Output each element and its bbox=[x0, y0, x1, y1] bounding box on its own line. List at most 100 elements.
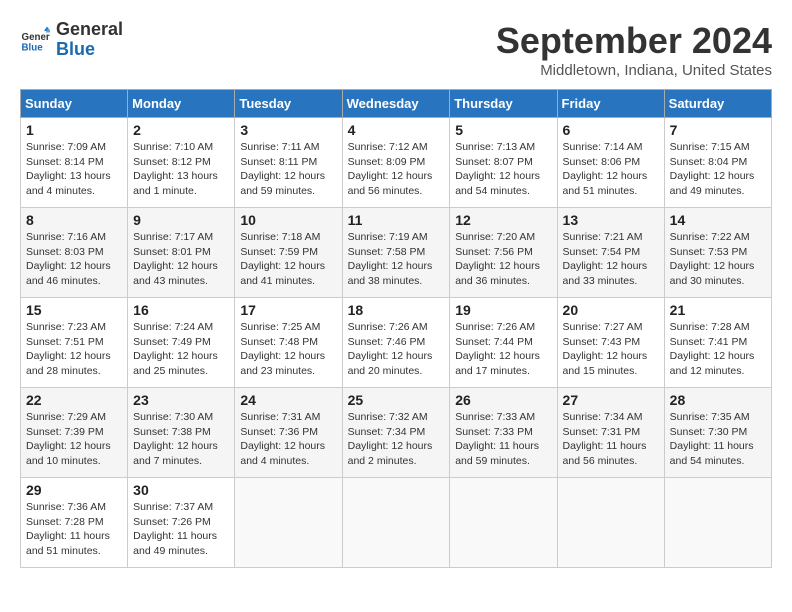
calendar-week-row: 29 Sunrise: 7:36 AM Sunset: 7:28 PM Dayli… bbox=[21, 478, 772, 568]
calendar-cell: 7 Sunrise: 7:15 AM Sunset: 8:04 PM Daylig… bbox=[664, 118, 771, 208]
day-number: 28 bbox=[670, 392, 766, 408]
day-info: Sunrise: 7:35 AM Sunset: 7:30 PM Dayligh… bbox=[670, 410, 766, 469]
day-number: 16 bbox=[133, 302, 229, 318]
calendar-cell: 5Sunrise: 7:13 AM Sunset: 8:07 PM Daylig… bbox=[450, 118, 557, 208]
day-header-saturday: Saturday bbox=[664, 90, 771, 118]
day-info: Sunrise: 7:37 AM Sunset: 7:26 PM Dayligh… bbox=[133, 500, 229, 559]
day-info: Sunrise: 7:32 AM Sunset: 7:34 PM Dayligh… bbox=[348, 410, 445, 469]
calendar-cell: 10 Sunrise: 7:18 AM Sunset: 7:59 PM Dayli… bbox=[235, 208, 342, 298]
day-info: Sunrise: 7:28 AM Sunset: 7:41 PM Dayligh… bbox=[670, 320, 766, 379]
calendar-header-row: SundayMondayTuesdayWednesdayThursdayFrid… bbox=[21, 90, 772, 118]
day-number: 17 bbox=[240, 302, 336, 318]
calendar-cell: 28 Sunrise: 7:35 AM Sunset: 7:30 PM Dayli… bbox=[664, 388, 771, 478]
calendar-cell bbox=[664, 478, 771, 568]
day-number: 7 bbox=[670, 122, 766, 138]
day-number: 30 bbox=[133, 482, 229, 498]
logo-icon: General Blue bbox=[20, 25, 50, 55]
day-number: 27 bbox=[563, 392, 659, 408]
calendar-cell: 3Sunrise: 7:11 AM Sunset: 8:11 PM Daylig… bbox=[235, 118, 342, 208]
day-number: 6 bbox=[563, 122, 659, 138]
calendar-cell: 26 Sunrise: 7:33 AM Sunset: 7:33 PM Dayli… bbox=[450, 388, 557, 478]
calendar-cell bbox=[235, 478, 342, 568]
title-section: September 2024 Middletown, Indiana, Unit… bbox=[496, 20, 772, 79]
calendar-cell: 20Sunrise: 7:27 AM Sunset: 7:43 PM Dayli… bbox=[557, 298, 664, 388]
page-header: General Blue General Blue September 2024… bbox=[20, 20, 772, 79]
calendar-week-row: 22 Sunrise: 7:29 AM Sunset: 7:39 PM Dayli… bbox=[21, 388, 772, 478]
calendar-cell: 12Sunrise: 7:20 AM Sunset: 7:56 PM Dayli… bbox=[450, 208, 557, 298]
calendar-cell: 6 Sunrise: 7:14 AM Sunset: 8:06 PM Daylig… bbox=[557, 118, 664, 208]
day-number: 9 bbox=[133, 212, 229, 228]
day-info: Sunrise: 7:21 AM Sunset: 7:54 PM Dayligh… bbox=[563, 230, 659, 289]
day-number: 18 bbox=[348, 302, 445, 318]
day-info: Sunrise: 7:36 AM Sunset: 7:28 PM Dayligh… bbox=[26, 500, 122, 559]
calendar-week-row: 8 Sunrise: 7:16 AM Sunset: 8:03 PM Daylig… bbox=[21, 208, 772, 298]
day-info: Sunrise: 7:23 AM Sunset: 7:51 PM Dayligh… bbox=[26, 320, 122, 379]
calendar-cell: 15 Sunrise: 7:23 AM Sunset: 7:51 PM Dayli… bbox=[21, 298, 128, 388]
month-title: September 2024 bbox=[496, 20, 772, 62]
calendar-cell: 4 Sunrise: 7:12 AM Sunset: 8:09 PM Daylig… bbox=[342, 118, 450, 208]
calendar-cell bbox=[557, 478, 664, 568]
day-number: 23 bbox=[133, 392, 229, 408]
svg-text:Blue: Blue bbox=[22, 42, 44, 53]
calendar-cell: 8 Sunrise: 7:16 AM Sunset: 8:03 PM Daylig… bbox=[21, 208, 128, 298]
day-info: Sunrise: 7:16 AM Sunset: 8:03 PM Dayligh… bbox=[26, 230, 122, 289]
calendar-cell: 9 Sunrise: 7:17 AM Sunset: 8:01 PM Daylig… bbox=[128, 208, 235, 298]
day-number: 29 bbox=[26, 482, 122, 498]
day-number: 19 bbox=[455, 302, 551, 318]
day-number: 1 bbox=[26, 122, 122, 138]
calendar-cell: 18 Sunrise: 7:26 AM Sunset: 7:46 PM Dayli… bbox=[342, 298, 450, 388]
day-header-monday: Monday bbox=[128, 90, 235, 118]
calendar-cell: 27 Sunrise: 7:34 AM Sunset: 7:31 PM Dayli… bbox=[557, 388, 664, 478]
day-info: Sunrise: 7:31 AM Sunset: 7:36 PM Dayligh… bbox=[240, 410, 336, 469]
day-info: Sunrise: 7:18 AM Sunset: 7:59 PM Dayligh… bbox=[240, 230, 336, 289]
day-number: 2 bbox=[133, 122, 229, 138]
calendar-week-row: 15 Sunrise: 7:23 AM Sunset: 7:51 PM Dayli… bbox=[21, 298, 772, 388]
calendar-cell: 24 Sunrise: 7:31 AM Sunset: 7:36 PM Dayli… bbox=[235, 388, 342, 478]
calendar-cell: 23Sunrise: 7:30 AM Sunset: 7:38 PM Dayli… bbox=[128, 388, 235, 478]
calendar-week-row: 1 Sunrise: 7:09 AM Sunset: 8:14 PM Daylig… bbox=[21, 118, 772, 208]
day-number: 8 bbox=[26, 212, 122, 228]
calendar-cell: 11Sunrise: 7:19 AM Sunset: 7:58 PM Dayli… bbox=[342, 208, 450, 298]
day-info: Sunrise: 7:24 AM Sunset: 7:49 PM Dayligh… bbox=[133, 320, 229, 379]
day-header-sunday: Sunday bbox=[21, 90, 128, 118]
day-number: 10 bbox=[240, 212, 336, 228]
day-info: Sunrise: 7:29 AM Sunset: 7:39 PM Dayligh… bbox=[26, 410, 122, 469]
day-info: Sunrise: 7:26 AM Sunset: 7:44 PM Dayligh… bbox=[455, 320, 551, 379]
day-header-thursday: Thursday bbox=[450, 90, 557, 118]
day-header-friday: Friday bbox=[557, 90, 664, 118]
day-number: 14 bbox=[670, 212, 766, 228]
calendar-cell bbox=[342, 478, 450, 568]
calendar-cell bbox=[450, 478, 557, 568]
day-info: Sunrise: 7:22 AM Sunset: 7:53 PM Dayligh… bbox=[670, 230, 766, 289]
day-number: 21 bbox=[670, 302, 766, 318]
day-number: 20 bbox=[563, 302, 659, 318]
day-number: 4 bbox=[348, 122, 445, 138]
calendar-cell: 25 Sunrise: 7:32 AM Sunset: 7:34 PM Dayli… bbox=[342, 388, 450, 478]
day-info: Sunrise: 7:17 AM Sunset: 8:01 PM Dayligh… bbox=[133, 230, 229, 289]
svg-text:General: General bbox=[22, 32, 51, 43]
day-info: Sunrise: 7:09 AM Sunset: 8:14 PM Dayligh… bbox=[26, 140, 122, 199]
day-info: Sunrise: 7:12 AM Sunset: 8:09 PM Dayligh… bbox=[348, 140, 445, 199]
calendar-cell: 22 Sunrise: 7:29 AM Sunset: 7:39 PM Dayli… bbox=[21, 388, 128, 478]
day-number: 22 bbox=[26, 392, 122, 408]
day-number: 24 bbox=[240, 392, 336, 408]
calendar-cell: 16 Sunrise: 7:24 AM Sunset: 7:49 PM Dayli… bbox=[128, 298, 235, 388]
day-number: 25 bbox=[348, 392, 445, 408]
day-info: Sunrise: 7:13 AM Sunset: 8:07 PM Dayligh… bbox=[455, 140, 551, 199]
day-info: Sunrise: 7:34 AM Sunset: 7:31 PM Dayligh… bbox=[563, 410, 659, 469]
day-info: Sunrise: 7:15 AM Sunset: 8:04 PM Dayligh… bbox=[670, 140, 766, 199]
day-number: 15 bbox=[26, 302, 122, 318]
day-info: Sunrise: 7:19 AM Sunset: 7:58 PM Dayligh… bbox=[348, 230, 445, 289]
day-info: Sunrise: 7:26 AM Sunset: 7:46 PM Dayligh… bbox=[348, 320, 445, 379]
day-number: 13 bbox=[563, 212, 659, 228]
location: Middletown, Indiana, United States bbox=[496, 62, 772, 79]
day-info: Sunrise: 7:14 AM Sunset: 8:06 PM Dayligh… bbox=[563, 140, 659, 199]
logo-text: General Blue bbox=[56, 20, 123, 60]
day-number: 26 bbox=[455, 392, 551, 408]
day-number: 3 bbox=[240, 122, 336, 138]
calendar-cell: 1 Sunrise: 7:09 AM Sunset: 8:14 PM Daylig… bbox=[21, 118, 128, 208]
day-header-tuesday: Tuesday bbox=[235, 90, 342, 118]
day-number: 12 bbox=[455, 212, 551, 228]
calendar-table: SundayMondayTuesdayWednesdayThursdayFrid… bbox=[20, 89, 772, 568]
day-info: Sunrise: 7:33 AM Sunset: 7:33 PM Dayligh… bbox=[455, 410, 551, 469]
